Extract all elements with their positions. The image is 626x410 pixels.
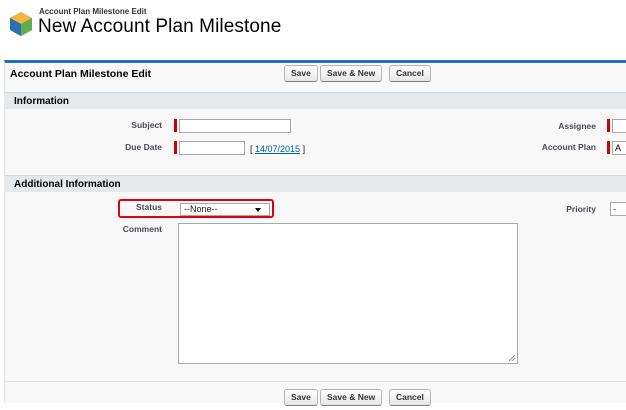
status-highlight-box [118, 199, 274, 218]
account-plan-input[interactable] [612, 141, 626, 155]
comment-textarea[interactable] [178, 223, 518, 364]
due-date-label: Due Date [125, 142, 162, 152]
due-date-input[interactable] [179, 141, 245, 155]
divider [4, 381, 626, 382]
subject-input[interactable] [179, 119, 291, 133]
footer-save-button[interactable]: Save [284, 389, 318, 406]
assignee-label: Assignee [558, 121, 596, 131]
section-additional-information: Additional Information [4, 175, 626, 192]
resize-handle-icon[interactable] [509, 355, 515, 361]
priority-select[interactable]: - [610, 202, 626, 216]
footer-save-new-button[interactable]: Save & New [320, 389, 383, 406]
footer-cancel-button[interactable]: Cancel [389, 389, 431, 406]
required-indicator [174, 141, 177, 154]
assignee-input[interactable] [612, 119, 626, 133]
account-plan-milestone-icon [10, 12, 32, 36]
breadcrumb: Account Plan Milestone Edit [39, 7, 147, 16]
account-plan-label: Account Plan [541, 142, 596, 152]
page-title: New Account Plan Milestone [38, 16, 282, 37]
today-date-link-text[interactable]: 14/07/2015 [255, 144, 300, 154]
priority-label: Priority [566, 204, 596, 214]
cancel-button[interactable]: Cancel [389, 65, 431, 82]
required-indicator [607, 119, 610, 132]
section-information: Information [4, 92, 626, 109]
required-indicator [174, 119, 177, 132]
block-title: Account Plan Milestone Edit [10, 68, 152, 80]
required-indicator [607, 141, 610, 154]
subject-label: Subject [131, 120, 162, 130]
today-date-link: [ 14/07/2015 ] [250, 144, 306, 154]
save-new-button[interactable]: Save & New [320, 65, 383, 82]
comment-label: Comment [122, 224, 162, 234]
save-button[interactable]: Save [284, 65, 318, 82]
